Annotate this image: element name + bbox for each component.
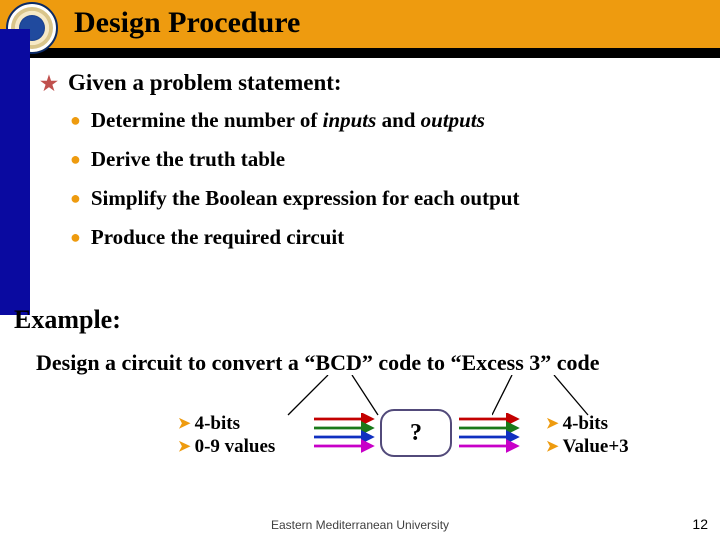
bus-arrows-out [457, 413, 521, 453]
sub-bullet-2-text: Derive the truth table [91, 147, 285, 172]
sub-bullet-3: ● Simplify the Boolean expression for ea… [70, 186, 706, 211]
chevron-icon: ➤ [546, 413, 559, 435]
slide-title: Design Procedure [74, 6, 300, 40]
dot-icon: ● [70, 225, 81, 249]
dot-icon: ● [70, 147, 81, 171]
main-bullet: ★ Given a problem statement: [40, 70, 706, 98]
bus-arrows-in [312, 413, 376, 453]
diagram-box-label: ? [410, 420, 422, 447]
diagram: ➤4-bits ➤0-9 values ? ➤4-bits ➤Value+3 [0, 395, 720, 495]
sub-bullet-4-text: Produce the required circuit [91, 225, 344, 250]
sub-bullet-2: ● Derive the truth table [70, 147, 706, 172]
left-accent-strip [0, 29, 30, 315]
main-heading: Given a problem statement: [68, 70, 342, 96]
sub-bullet-4: ● Produce the required circuit [70, 225, 706, 250]
sub-bullet-1-text: Determine the number of inputs and outpu… [91, 108, 485, 133]
content-area: ★ Given a problem statement: ● Determine… [40, 70, 706, 264]
sub-bullet-1: ● Determine the number of inputs and out… [70, 108, 706, 133]
chevron-icon: ➤ [178, 436, 191, 458]
sub-bullet-3-text: Simplify the Boolean expression for each… [91, 186, 520, 211]
star-icon: ★ [40, 70, 58, 98]
chevron-icon: ➤ [546, 436, 559, 458]
dot-icon: ● [70, 108, 81, 132]
example-text: Design a circuit to convert a “BCD” code… [36, 350, 710, 376]
footer-text: Eastern Mediterranean University [0, 518, 720, 532]
diagram-box: ? [380, 409, 452, 457]
chevron-icon: ➤ [178, 413, 191, 435]
outputs-line2: Value+3 [563, 436, 629, 459]
title-underline [0, 48, 720, 58]
sub-bullet-list: ● Determine the number of inputs and out… [70, 108, 706, 250]
inputs-line1: 4-bits [195, 413, 240, 436]
outputs-line1: 4-bits [563, 413, 608, 436]
example-label: Example: [14, 305, 121, 335]
diagram-inputs: ➤4-bits ➤0-9 values [178, 413, 275, 459]
dot-icon: ● [70, 186, 81, 210]
page-number: 12 [692, 516, 708, 532]
diagram-outputs: ➤4-bits ➤Value+3 [546, 413, 629, 459]
inputs-line2: 0-9 values [195, 436, 276, 459]
